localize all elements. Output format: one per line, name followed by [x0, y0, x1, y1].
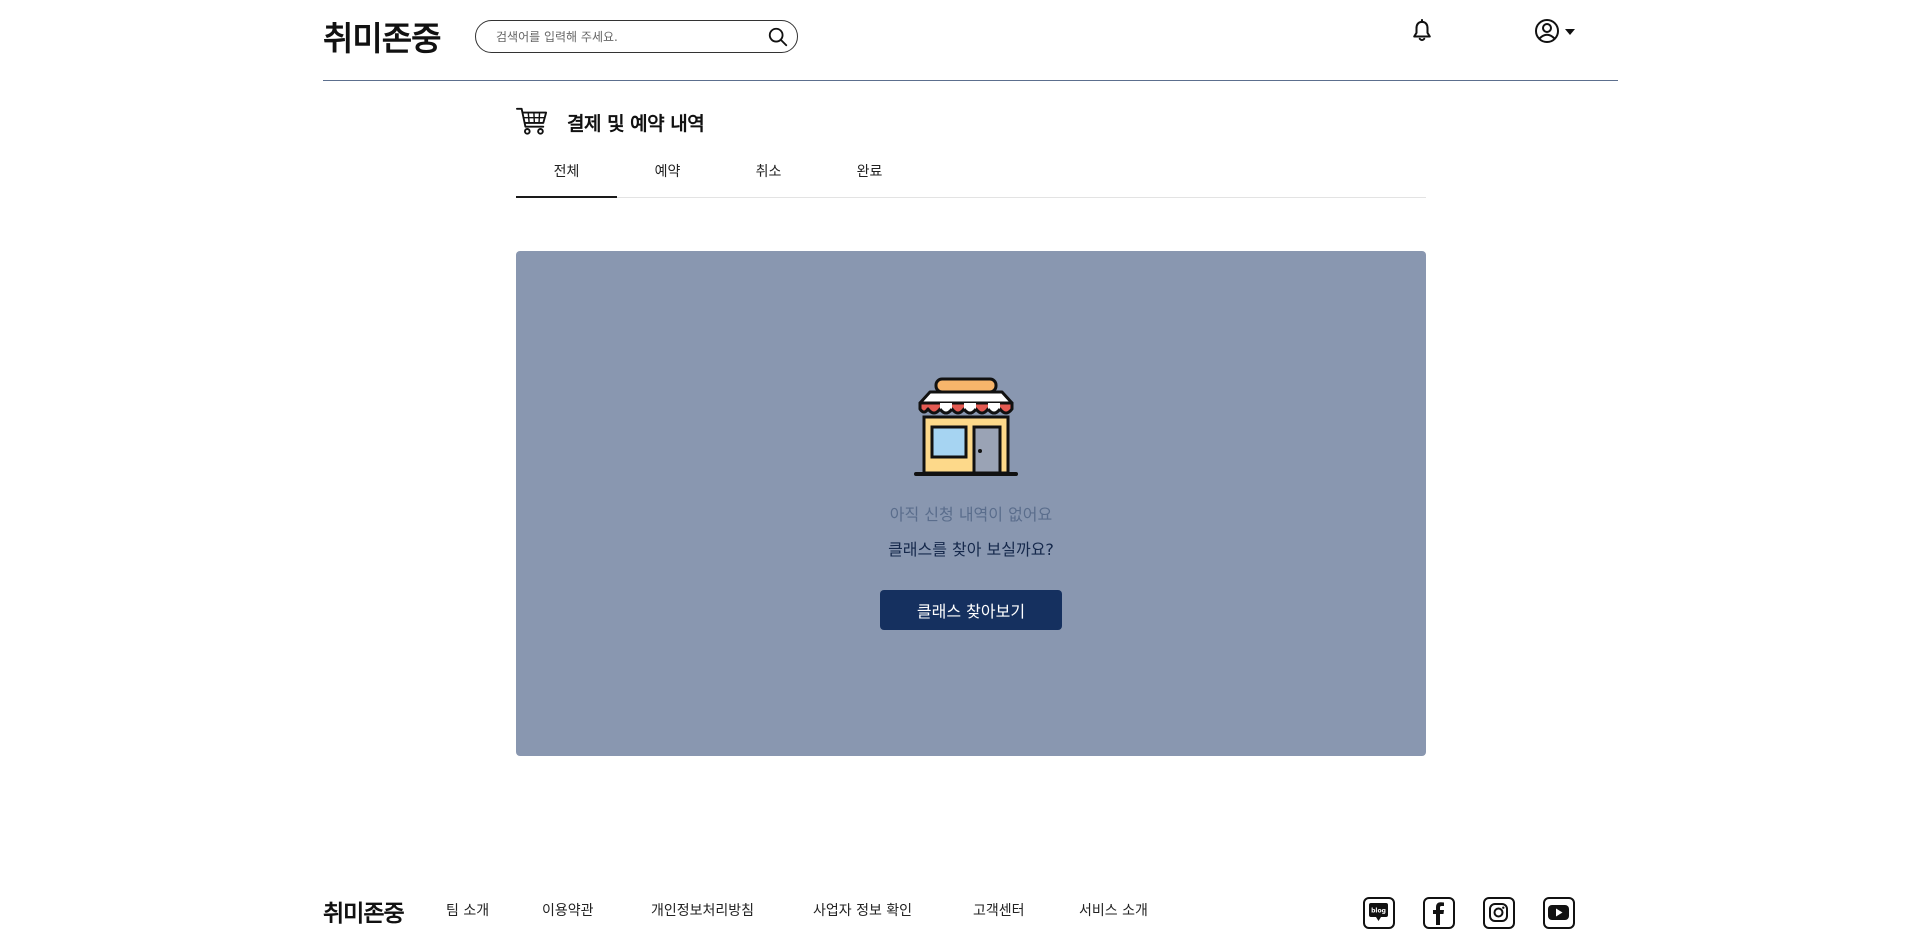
tab-cancelled[interactable]: 취소: [718, 152, 819, 198]
footer-logo[interactable]: 취미존중: [323, 894, 404, 928]
facebook-icon: [1425, 899, 1452, 926]
empty-state-panel: 아직 신청 내역이 없어요 클래스를 찾아 보실까요? 클래스 찾아보기: [516, 251, 1426, 756]
empty-prompt: 클래스를 찾아 보실까요?: [516, 536, 1426, 560]
tab-all[interactable]: 전체: [516, 152, 617, 198]
user-avatar-icon[interactable]: [1534, 18, 1560, 44]
blog-icon: blog: [1365, 899, 1392, 926]
instagram-icon: [1485, 899, 1512, 926]
blog-link[interactable]: blog: [1363, 897, 1395, 929]
tab-completed[interactable]: 완료: [819, 152, 920, 198]
search-bar[interactable]: [475, 20, 798, 53]
page-title: 결제 및 예약 내역: [567, 109, 704, 136]
shopping-cart-icon: [516, 105, 548, 137]
site-footer: 취미존중 팀 소개 이용약관 개인정보처리방침 사업자 정보 확인 고객센터 서…: [323, 880, 1618, 928]
footer-link-terms[interactable]: 이용약관: [542, 900, 594, 920]
site-header: 취미존중: [323, 0, 1618, 81]
youtube-link[interactable]: [1543, 897, 1575, 929]
footer-link-privacy[interactable]: 개인정보처리방침: [651, 900, 754, 920]
footer-link-business[interactable]: 사업자 정보 확인: [813, 900, 912, 920]
user-menu[interactable]: [1534, 18, 1576, 44]
status-tabs: 전체 예약 취소 완료: [516, 152, 1426, 198]
tab-reserved[interactable]: 예약: [617, 152, 718, 198]
youtube-icon: [1545, 899, 1572, 926]
notification-bell-icon[interactable]: [1411, 19, 1433, 43]
search-icon[interactable]: [767, 26, 789, 48]
search-input[interactable]: [494, 27, 764, 47]
svg-text:blog: blog: [1371, 908, 1386, 915]
instagram-link[interactable]: [1483, 897, 1515, 929]
empty-message: 아직 신청 내역이 없어요: [516, 501, 1426, 525]
footer-link-support[interactable]: 고객센터: [973, 900, 1025, 920]
site-logo[interactable]: 취미존중: [323, 12, 440, 60]
footer-link-service[interactable]: 서비스 소개: [1079, 900, 1148, 920]
chevron-down-icon[interactable]: [1564, 27, 1576, 37]
find-classes-button[interactable]: 클래스 찾아보기: [880, 590, 1062, 630]
footer-link-team[interactable]: 팀 소개: [446, 900, 489, 920]
store-icon: [914, 377, 1018, 481]
facebook-link[interactable]: [1423, 897, 1455, 929]
